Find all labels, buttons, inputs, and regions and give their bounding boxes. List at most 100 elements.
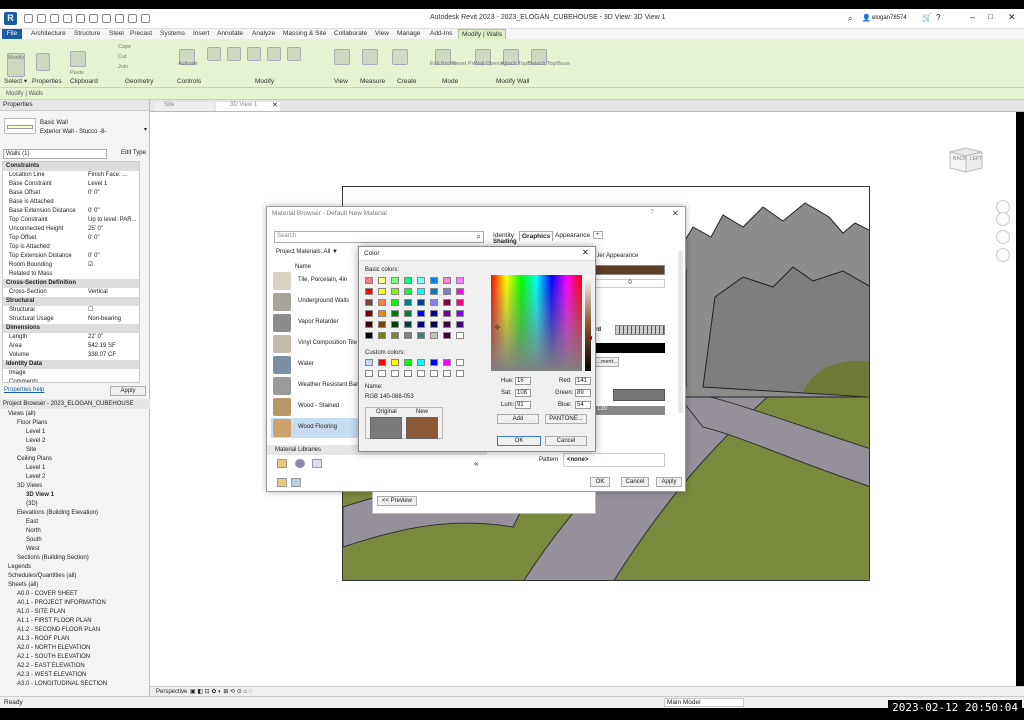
property-value[interactable]: Finish Face: ... — [88, 171, 127, 180]
view-tab-close-icon[interactable]: ✕ — [272, 101, 278, 109]
property-value[interactable]: 0' 0" — [88, 252, 100, 261]
tab-steel[interactable]: Steel — [106, 29, 127, 39]
tree-item[interactable]: A3.0 - LONGITUDINAL SECTION — [17, 680, 107, 688]
basic-color-cell[interactable] — [456, 332, 464, 339]
property-row[interactable]: Comments — [3, 378, 139, 382]
tree-item[interactable]: North — [26, 527, 41, 536]
group-select[interactable]: Select ▾ — [4, 77, 27, 85]
texture-alignment-button[interactable]: ...ment... — [595, 357, 619, 367]
library-grid-icon[interactable] — [312, 459, 322, 468]
paste-icon[interactable] — [70, 51, 86, 67]
tab-identity[interactable]: Identity — [493, 232, 514, 239]
basic-color-cell[interactable] — [443, 310, 451, 317]
property-value[interactable]: ☐ — [88, 306, 93, 315]
tree-item[interactable]: 3D Views — [17, 482, 42, 491]
cut-pattern-color[interactable]: 120 — [595, 406, 665, 415]
pantone-button[interactable]: PANTONE... — [545, 414, 587, 424]
user-name[interactable]: elogan78574 — [872, 15, 907, 21]
properties-section-header[interactable]: Structural — [3, 297, 139, 306]
property-value[interactable]: Vertical — [88, 288, 108, 297]
search-icon[interactable]: ⌕ — [848, 14, 852, 24]
properties-section-header[interactable]: Constraints — [3, 162, 139, 171]
basic-color-cell[interactable] — [430, 310, 438, 317]
hue-field[interactable]: 16 — [515, 377, 531, 385]
custom-color-cell[interactable] — [443, 359, 451, 366]
property-row[interactable]: Area 542.19 SF — [3, 342, 139, 351]
tree-item[interactable]: {3D} — [26, 500, 38, 509]
pattern-value[interactable]: <none> — [563, 453, 665, 467]
instance-selector[interactable]: Walls (1) — [3, 149, 107, 159]
transparency-field[interactable]: 0 — [595, 279, 665, 288]
basic-color-cell[interactable] — [417, 277, 425, 284]
3d-view-icon[interactable] — [141, 14, 150, 23]
property-row[interactable]: Structural ☐ — [3, 306, 139, 315]
new-material-icon[interactable] — [277, 478, 287, 487]
tab-file[interactable]: File — [2, 29, 22, 39]
property-value[interactable]: 0' 0" — [88, 207, 100, 216]
properties-apply-button[interactable]: Apply — [110, 386, 146, 396]
material-item[interactable]: Water — [271, 355, 359, 375]
property-row[interactable]: Top is Attached — [3, 243, 139, 252]
property-value[interactable]: 542.19 SF — [88, 342, 116, 351]
close-button[interactable]: ✕ — [1008, 12, 1016, 23]
tree-item[interactable]: Sections (Building Section) — [17, 554, 89, 563]
lum-field[interactable]: 91 — [515, 401, 531, 409]
tree-item[interactable]: Level 1 — [26, 428, 45, 437]
tree-item[interactable]: A2.0 - NORTH ELEVATION — [17, 644, 90, 653]
property-value[interactable]: ☑ — [88, 261, 93, 270]
add-color-button[interactable]: Add — [497, 414, 539, 424]
sync-icon[interactable] — [50, 14, 59, 23]
property-row[interactable]: Base is Attached — [3, 198, 139, 207]
tree-item[interactable]: A1.2 - SECOND FLOOR PLAN — [17, 626, 100, 635]
viewcube[interactable]: BACK LEFT — [946, 144, 986, 174]
property-row[interactable]: Structural Usage Non-bearing — [3, 315, 139, 324]
tree-item[interactable]: A0.1 - PROJECT INFORMATION — [17, 599, 106, 608]
tab-graphics[interactable]: Graphics — [519, 231, 554, 241]
color-ok-button[interactable]: OK — [497, 436, 541, 446]
tree-item[interactable]: Schedules/Quantities (all) — [8, 572, 76, 581]
basic-color-cell[interactable] — [430, 321, 438, 328]
basic-color-cell[interactable] — [404, 310, 412, 317]
basic-color-cell[interactable] — [456, 310, 464, 317]
basic-color-cell[interactable] — [378, 299, 386, 306]
property-row[interactable]: Volume 338.07 CF — [3, 351, 139, 360]
basic-color-cell[interactable] — [443, 332, 451, 339]
luminance-slider[interactable] — [585, 275, 591, 371]
custom-color-cell[interactable] — [365, 359, 373, 366]
save-icon[interactable] — [37, 14, 46, 23]
basic-color-cell[interactable] — [404, 332, 412, 339]
custom-color-cell[interactable] — [430, 370, 438, 377]
basic-color-cell[interactable] — [443, 277, 451, 284]
tab-architecture[interactable]: Architecture — [28, 29, 69, 39]
basic-color-cell[interactable] — [404, 299, 412, 306]
basic-color-cell[interactable] — [365, 332, 373, 339]
view-tab-3d-view-1[interactable]: 3D View 1 — [216, 102, 280, 111]
tab-modify-walls[interactable]: Modify | Walls — [458, 29, 507, 39]
tab-structure[interactable]: Structure — [71, 29, 103, 39]
basic-color-cell[interactable] — [417, 321, 425, 328]
asset-browser-icon[interactable] — [291, 478, 301, 487]
library-add-icon[interactable] — [295, 459, 305, 468]
shading-section[interactable]: Shading — [493, 239, 517, 245]
property-row[interactable]: Cross-Section Vertical — [3, 288, 139, 297]
basic-color-cell[interactable] — [391, 288, 399, 295]
cut-label[interactable]: Cut — [118, 54, 127, 60]
material-item[interactable]: Vinyl Composition Tile — [271, 334, 359, 354]
custom-color-cell[interactable] — [430, 359, 438, 366]
cart-icon[interactable]: 🛒 — [922, 13, 932, 22]
property-value[interactable]: 338.07 CF — [88, 351, 116, 360]
spectrum-crosshair-icon[interactable]: ✛ — [494, 323, 501, 332]
tab-collaborate[interactable]: Collaborate — [331, 29, 370, 39]
properties-section-header[interactable]: Cross-Section Definition — [3, 279, 139, 288]
mb-apply-button[interactable]: Apply — [656, 477, 682, 487]
tree-item[interactable]: Floor Plans — [17, 419, 47, 428]
basic-color-cell[interactable] — [365, 277, 373, 284]
measure-icon[interactable] — [102, 14, 111, 23]
property-row[interactable]: Top Constraint Up to level: PAR... — [3, 216, 139, 225]
cut-pattern-swatch[interactable] — [613, 389, 665, 401]
mb-close-icon[interactable]: ✕ — [672, 209, 679, 218]
undo-icon[interactable] — [63, 14, 72, 23]
basic-color-cell[interactable] — [365, 321, 373, 328]
properties-section-header[interactable]: Identity Data — [3, 360, 139, 369]
material-item[interactable]: Weather Resistant Barrier — [271, 376, 367, 396]
